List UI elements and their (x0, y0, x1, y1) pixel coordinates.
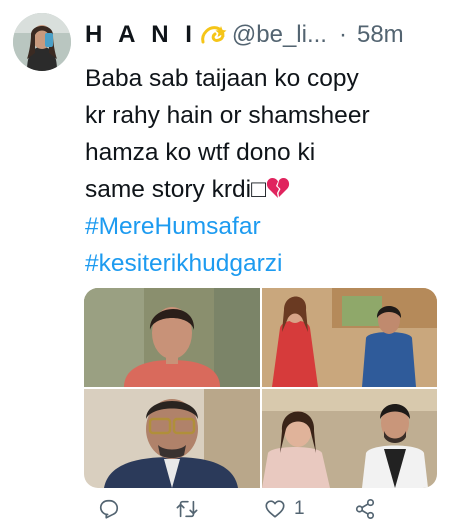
user-handle[interactable]: @be_li... (232, 21, 327, 49)
retweet-icon (176, 500, 198, 518)
media-photo-4[interactable] (262, 389, 437, 488)
broken-heart-emoji-icon (266, 173, 290, 198)
timestamp[interactable]: 58m (357, 21, 404, 49)
media-photo-2[interactable] (262, 288, 437, 387)
tweet-text-line-last: same story krdi□ (85, 171, 440, 208)
tweet-text-line: hamza ko wtf dono ki (85, 139, 316, 166)
tweet-text-line: kr rahy hain or shamsheer (85, 102, 370, 129)
media-photo-1[interactable] (84, 288, 260, 387)
reply-button[interactable] (98, 494, 120, 524)
separator-dot: · (338, 21, 347, 48)
media-photo-3[interactable] (84, 389, 260, 488)
share-button[interactable] (354, 494, 376, 524)
tweet-text: Baba sab taijaan ko copy kr rahy hain or… (85, 60, 440, 282)
like-count: 1 (294, 498, 305, 519)
display-name[interactable]: H A N I (85, 21, 197, 49)
tweet-header: H A N I @be_li... · 58m (85, 18, 404, 52)
missing-glyph: □ (251, 176, 266, 203)
tweet-text-segment: same story krdi (85, 176, 252, 203)
tweet-actions: 1 (84, 494, 444, 524)
media-grid (84, 288, 437, 488)
retweet-button[interactable] (176, 494, 198, 524)
tweet-text-line: Baba sab taijaan ko copy (85, 65, 359, 92)
avatar[interactable] (13, 13, 71, 71)
dizzy-emoji-icon (199, 22, 229, 48)
hashtag-link[interactable]: #kesiterikhudgarzi (85, 245, 440, 282)
share-icon (355, 499, 375, 519)
like-button[interactable]: 1 (264, 494, 305, 524)
heart-outline-icon (265, 500, 285, 518)
reply-icon (99, 499, 119, 519)
avatar-photo (13, 13, 71, 71)
hashtag-link[interactable]: #MereHumsafar (85, 208, 440, 245)
